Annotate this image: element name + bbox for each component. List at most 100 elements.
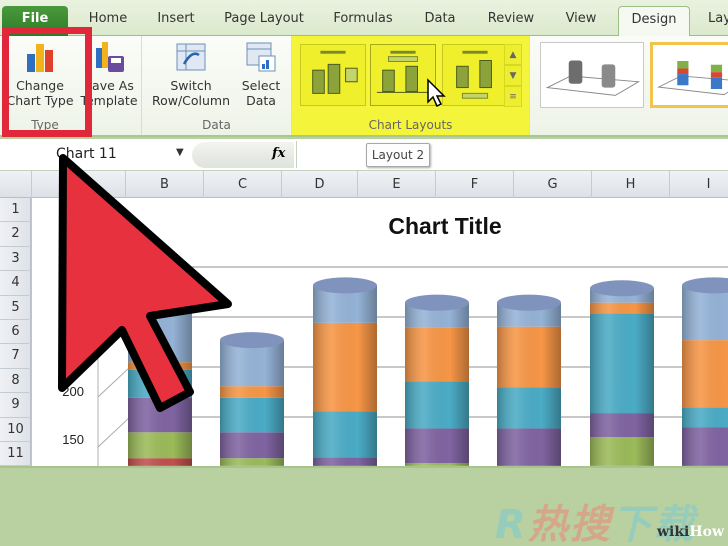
chart-title[interactable]: Chart Title xyxy=(388,213,501,239)
select-data-button[interactable]: Select Data xyxy=(234,40,288,108)
column-header-f[interactable]: F xyxy=(436,171,514,198)
column-header-a[interactable]: A xyxy=(32,171,126,198)
group-chart-layouts-label: Chart Layouts xyxy=(368,118,453,132)
row-header-1[interactable]: 1 xyxy=(0,198,31,223)
change-chart-type-button[interactable]: Change Chart Type xyxy=(4,40,76,108)
group-chart-styles xyxy=(530,36,728,135)
bar-segment-shade xyxy=(220,386,284,398)
row-header-3[interactable]: 3 xyxy=(0,247,31,272)
layouts-scroll-down[interactable]: ▼ xyxy=(504,65,522,86)
bar-top-cap xyxy=(313,277,377,294)
bar-segment-shade xyxy=(682,427,728,466)
group-data-label: Data xyxy=(202,118,231,132)
tab-layout[interactable]: Layout xyxy=(700,6,728,36)
style-1-icon xyxy=(545,60,641,96)
bar-segment-shade xyxy=(590,313,654,414)
switch-row-column-icon xyxy=(176,43,206,71)
row-header-8[interactable]: 8 xyxy=(0,369,31,394)
mouse-cursor-icon xyxy=(427,78,446,108)
chart-svg: Chart Title 150 200 xyxy=(62,213,728,466)
row-header-2[interactable]: 2 xyxy=(0,222,31,247)
name-box-dropdown-icon[interactable]: ▼ xyxy=(176,147,184,158)
chart-layout-3[interactable] xyxy=(442,44,508,106)
bar-segment-shade xyxy=(128,458,192,466)
tab-insert[interactable]: Insert xyxy=(146,6,206,36)
row-header-5[interactable]: 5 xyxy=(0,296,31,320)
layouts-scroll-up[interactable]: ▲ xyxy=(504,44,522,65)
bar-segment-shade xyxy=(497,326,561,388)
save-template-icon xyxy=(96,42,124,72)
switch-row-column-label: Switch Row/Column xyxy=(151,78,231,108)
row-header-9[interactable]: 9 xyxy=(0,393,31,418)
column-header-e[interactable]: E xyxy=(358,171,436,198)
bar-segment-shade xyxy=(128,432,192,459)
bar-segment-shade xyxy=(405,327,469,382)
switch-row-column-button[interactable]: Switch Row/Column xyxy=(148,40,234,108)
bar-segment-shade xyxy=(128,299,192,363)
tab-page-layout[interactable]: Page Layout xyxy=(218,6,310,36)
tab-home[interactable]: Home xyxy=(78,6,138,36)
layouts-scroll: ▲ ▼ ≡ xyxy=(504,44,522,108)
cylinder-bar[interactable] xyxy=(220,332,284,466)
side-wall-gridline xyxy=(97,366,131,398)
bar-segment-shade xyxy=(682,340,728,408)
column-header-c[interactable]: C xyxy=(204,171,282,198)
name-box[interactable]: Chart 11 xyxy=(0,141,190,167)
tab-design[interactable]: Design xyxy=(618,6,690,37)
cylinder-bar[interactable] xyxy=(313,277,377,466)
row-header-7[interactable]: 7 xyxy=(0,344,31,369)
side-wall-gridline xyxy=(97,266,131,298)
group-data: Switch Row/Column Select Data Data xyxy=(142,36,292,135)
bar-segment-shade xyxy=(313,322,377,412)
chart-y-axis: 150 200 xyxy=(62,384,84,447)
cylinder-bar[interactable] xyxy=(128,291,192,466)
bar-segment-shade xyxy=(497,387,561,429)
group-chart-layouts: ▲ ▼ ≡ Chart Layouts xyxy=(292,36,530,135)
select-all-corner[interactable] xyxy=(0,171,32,198)
chart-bars xyxy=(128,277,728,466)
cylinder-bar[interactable] xyxy=(590,280,654,466)
watermark-prefix: R xyxy=(495,502,528,546)
wikihow-wiki: wiki xyxy=(656,524,690,540)
side-wall-gridline xyxy=(97,416,131,448)
save-as-template-button[interactable]: Save As Template xyxy=(76,40,142,108)
ribbon: Change Chart Type Save As Template Type xyxy=(0,36,728,137)
row-header-4[interactable]: 4 xyxy=(0,271,31,296)
tab-formulas[interactable]: Formulas xyxy=(326,6,400,36)
bar-segment-shade xyxy=(128,362,192,370)
tab-review[interactable]: Review xyxy=(480,6,542,36)
tab-file[interactable]: File xyxy=(2,6,68,36)
chart-style-2[interactable] xyxy=(650,42,728,108)
chart-object[interactable]: Chart Title 150 200 xyxy=(32,198,728,466)
row-header-10[interactable]: 10 xyxy=(0,418,31,442)
chart-style-1[interactable] xyxy=(540,42,644,108)
column-header-h[interactable]: H xyxy=(592,171,670,198)
bar-segment-shade xyxy=(313,457,377,466)
cylinder-bar[interactable] xyxy=(682,277,728,466)
cylinder-bar[interactable] xyxy=(405,294,469,466)
column-header-b[interactable]: B xyxy=(126,171,204,198)
excel-window: File Home Insert Page Layout Formulas Da… xyxy=(0,0,728,546)
row-header-6[interactable]: 6 xyxy=(0,320,31,345)
wikihow-logo: wikiHow xyxy=(657,524,724,540)
column-header-d[interactable]: D xyxy=(282,171,358,198)
bar-top-cap xyxy=(405,294,469,311)
fx-icon[interactable]: fx xyxy=(272,146,285,161)
layouts-more[interactable]: ≡ xyxy=(504,86,522,107)
bar-segment-shade xyxy=(220,432,284,459)
column-header-g[interactable]: G xyxy=(514,171,592,198)
bar-top-cap xyxy=(220,332,284,349)
y-tick-label: 150 xyxy=(62,432,84,447)
layout-1-icon xyxy=(312,50,358,94)
bar-segment-shade xyxy=(405,381,469,429)
cylinder-bar[interactable] xyxy=(497,294,561,466)
tab-view[interactable]: View xyxy=(556,6,606,36)
column-header-i[interactable]: I xyxy=(670,171,728,198)
bar-segment-shade xyxy=(128,397,192,433)
chart-layout-1[interactable] xyxy=(300,44,366,106)
row-header-11[interactable]: 11 xyxy=(0,442,31,467)
bar-segment-shade xyxy=(682,285,728,341)
tab-data[interactable]: Data xyxy=(414,6,466,36)
formula-input[interactable] xyxy=(296,141,728,168)
formula-bar: Chart 11 ▼ fx xyxy=(0,139,728,171)
